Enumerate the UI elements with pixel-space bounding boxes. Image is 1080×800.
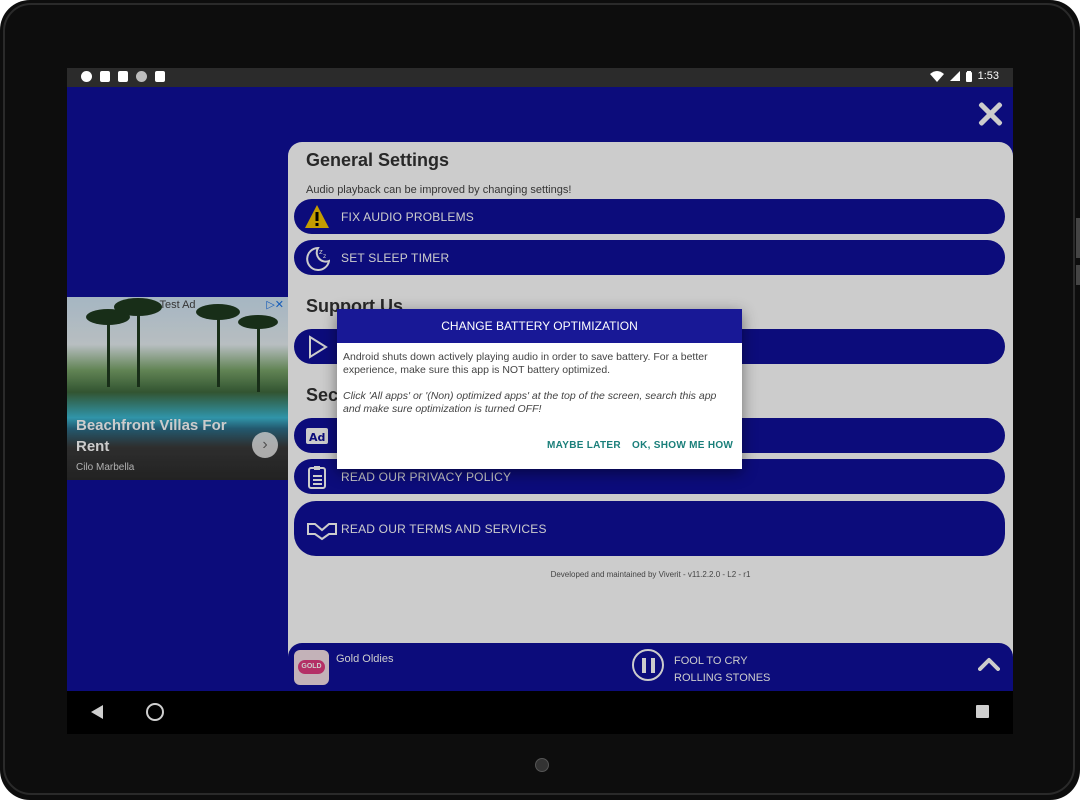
app-root: Test Ad ▷✕ Beachfront Villas For Rent Ci… [67,87,1013,691]
bars-icon [118,71,128,82]
home-sensor [535,758,549,772]
home-icon[interactable] [146,703,164,721]
volume-button [1076,218,1080,258]
dialog-note: Click 'All apps' or '(Non) optimized app… [343,390,717,415]
sd-card-icon [155,71,165,82]
signal-icon [949,71,960,81]
status-bar: 1:53 [67,68,1013,87]
wifi-icon [929,70,944,82]
battery-icon [965,70,972,82]
dialog-body: Android shuts down actively playing audi… [343,351,735,429]
recents-icon[interactable] [976,705,989,718]
android-icon [81,71,92,82]
battery-dialog: CHANGE BATTERY OPTIMIZATION Android shut… [337,309,742,469]
power-button [1076,265,1080,285]
dialog-message: Android shuts down actively playing audi… [343,351,708,376]
device-screen: 1:53 Test Ad ▷✕ Beachfront Villas For Re… [67,68,1013,734]
notification-icons [81,71,165,82]
circle-icon [136,71,147,82]
dialog-title: CHANGE BATTERY OPTIMIZATION [337,309,742,343]
back-icon[interactable] [91,705,103,719]
show-me-how-button[interactable]: OK, SHOW ME HOW [632,440,733,451]
navigation-bar [67,691,1013,734]
clock: 1:53 [977,70,999,82]
system-icons: 1:53 [929,70,999,82]
maybe-later-button[interactable]: MAYBE LATER [547,440,621,451]
a-badge-icon [100,71,110,82]
